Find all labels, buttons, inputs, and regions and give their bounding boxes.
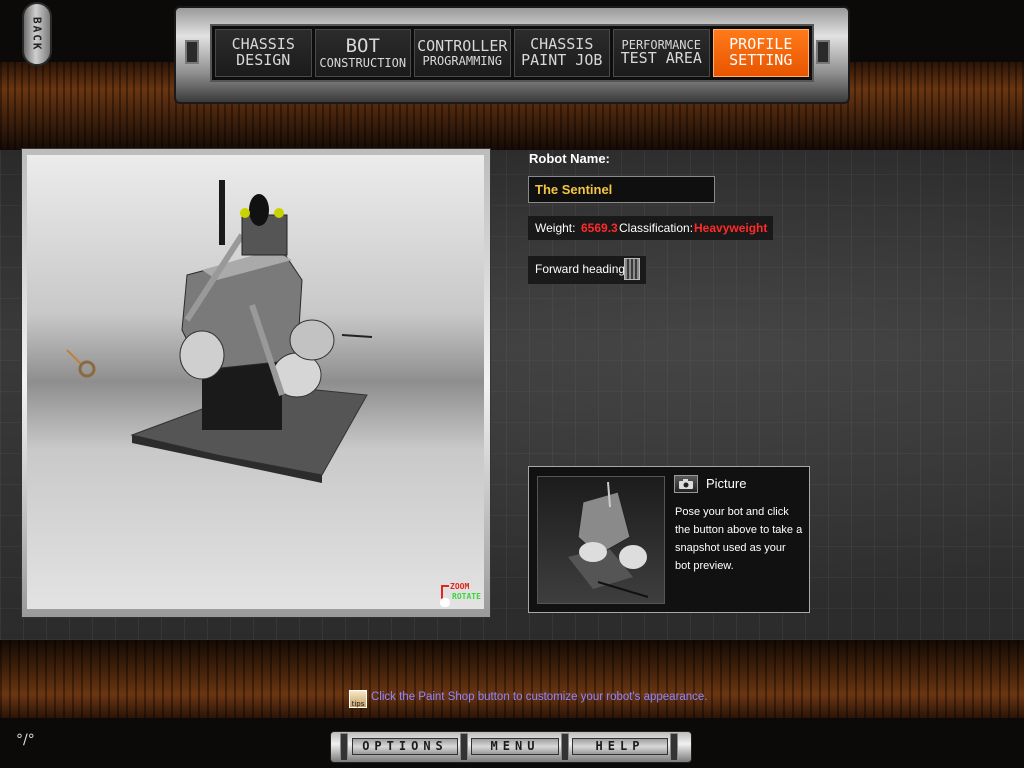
tab-label-line2: TEST AREA [620,49,702,68]
thumb-arrow [597,581,649,598]
robot-wheel-right [289,319,335,361]
tips-icon: tips [349,690,367,708]
back-button-label: BACK [30,16,44,52]
take-picture-button[interactable] [674,475,698,493]
tab-bot-construction[interactable]: BOT CONSTRUCTION [314,29,411,77]
robot-name-field[interactable]: The Sentinel [528,176,715,203]
tab-label-line2: SETTING [729,51,793,69]
bottom-menu-separator [561,733,569,761]
bottom-menu-separator [340,733,348,761]
legend-zoom: ZOOM [450,582,470,591]
robot-light-left [240,208,250,218]
rotate-gizmo-handle [66,349,83,366]
help-button[interactable]: HELP [572,738,668,755]
robot-name-label: Robot Name: [529,151,610,166]
legend-rotate: ROTATE [452,592,481,601]
robot-thumbnail-image [568,481,649,598]
tab-chassis-paint-job[interactable]: CHASSIS PAINT JOB [513,29,610,77]
tab-label-line2: PROGRAMMING [422,53,502,68]
options-button[interactable]: OPTIONS [352,738,458,755]
classification-label: Classification: [619,221,694,235]
classification-value: Heavyweight [694,221,768,235]
weight-value: 6569.3 [581,221,618,235]
thumb-wheel-right [619,545,647,569]
mouse-icon [440,598,450,607]
rotate-gizmo-icon[interactable] [78,360,96,378]
bottom-menu-separator [460,733,468,761]
game-logo-icon: °/° [16,732,35,748]
robot-wheel-left [179,330,225,380]
tab-performance-test-area[interactable]: PERFORMANCE TEST AREA [613,29,710,77]
tab-profile-setting[interactable]: PROFILE SETTING [712,29,809,77]
weight-label: Weight: [535,221,576,235]
robot-3d-viewport[interactable] [27,155,484,609]
main-nav: CHASSIS DESIGN BOT CONSTRUCTION CONTROLL… [210,24,814,82]
tab-label-line2: DESIGN [236,51,291,69]
back-button[interactable]: BACK [22,2,52,66]
forward-heading-label: Forward heading: [535,262,629,276]
nav-end-cap-left [185,40,199,64]
robot-sensor-head [249,194,269,226]
tab-label-line2: PAINT JOB [521,51,603,69]
bottom-menu-separator [670,733,678,761]
menu-button[interactable]: MENU [471,738,559,755]
tab-chassis-design[interactable]: CHASSIS DESIGN [215,29,312,77]
tab-controller-programming[interactable]: CONTROLLER PROGRAMMING [414,29,511,77]
robot-light-right [274,208,284,218]
camera-icon [679,479,693,489]
footer-band [0,640,1024,718]
picture-description: Pose your bot and click the button above… [675,506,803,572]
tab-label-line1: BOT [345,34,380,57]
picture-title: Picture [706,476,747,491]
nav-end-cap-right [816,40,830,64]
forward-heading-toggle[interactable] [624,258,640,280]
tip-text: Click the Paint Shop button to customize… [371,691,708,703]
tab-label-line2: CONSTRUCTION [319,55,407,70]
thumb-wheel-left [579,542,607,562]
tab-label-line1: CONTROLLER [417,36,508,55]
forward-arrow [341,334,373,338]
robot-model [66,180,373,483]
robot-preview-thumbnail [537,476,665,604]
